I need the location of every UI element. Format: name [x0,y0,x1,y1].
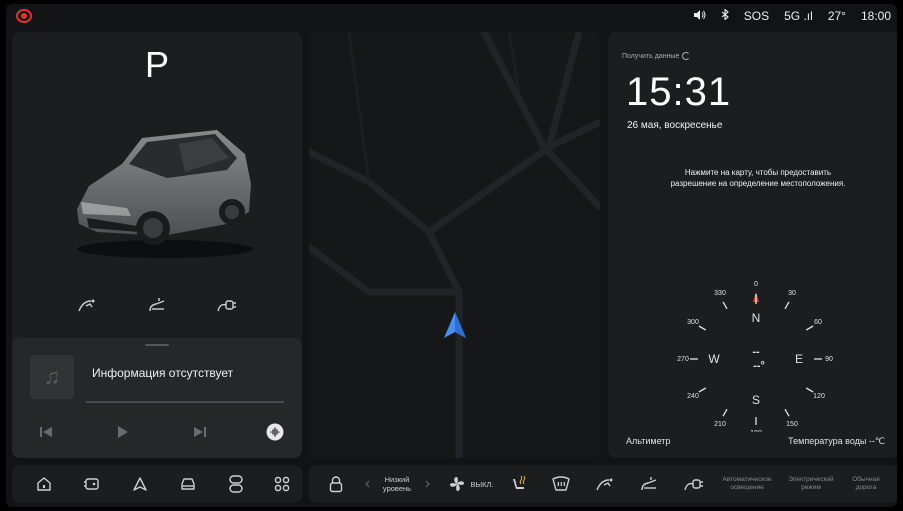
trunk-dock-icon[interactable] [635,465,663,503]
media-handle[interactable] [145,344,169,346]
get-data-button[interactable]: Получить данные [622,52,691,60]
auto-lighting-button[interactable]: Автоматическое освещение [715,465,779,503]
media-player: ♫ Информация отсутствует [12,338,302,458]
road-mode-button[interactable]: Обычная дорога [841,465,891,503]
outside-temperature: 27° [827,9,846,23]
compass-tick-90: 90 [825,356,833,363]
media-icon[interactable] [218,465,254,503]
compass-readout-bottom: --° [753,360,765,372]
trunk-icon[interactable] [142,290,172,320]
map-roads [309,32,600,458]
compass-south: S [752,393,760,407]
apps-icon[interactable] [266,465,298,503]
altimeter-label: Альтиметр [626,436,671,446]
media-progress-bar[interactable] [86,401,284,403]
sos-label[interactable]: SOS [744,9,769,23]
compass-tick-mark [805,387,814,393]
status-time: 18:00 [860,9,891,23]
play-icon[interactable] [111,420,135,444]
status-right-group: SOS 5G .ıl 27° 18:00 [693,8,891,23]
voice-icon[interactable] [263,420,287,444]
fan-level-selector[interactable]: Низкий уровень [373,465,421,503]
status-bar: SOS 5G .ıl 27° 18:00 [6,4,897,28]
charge-port-dock-icon[interactable] [591,465,619,503]
fan-level-line1: Низкий [384,475,410,484]
drive-mode-line1: Электрический [788,476,834,483]
seat-heating-icon[interactable] [505,465,533,503]
previous-icon[interactable] [34,420,58,444]
parking-brake-warning-icon [16,9,32,23]
compass-west: W [708,352,720,366]
app-dock [12,465,302,503]
clock: 15:31 [626,70,732,114]
compass-tick-mark [722,408,728,417]
charge-plug-dock-icon[interactable] [679,465,709,503]
vehicle-image[interactable] [67,124,257,264]
compass-tick-0: 0 [754,281,758,288]
lock-icon[interactable] [321,465,351,503]
volume-icon[interactable] [693,9,706,23]
compass-east: E [795,352,803,366]
get-data-label: Получить данные [622,52,680,60]
compass-tick-mark [784,408,790,417]
compass-tick-mark [722,301,728,310]
compass-tick-60: 60 [814,319,822,326]
chevron-left-icon[interactable] [361,465,373,503]
vehicle-controls [12,290,302,320]
bluetooth-icon[interactable] [721,8,729,23]
media-controls [12,420,302,444]
compass-tick-240: 240 [687,393,699,400]
compass-tick-120: 120 [813,393,825,400]
fan-state-label: ВЫКЛ. [470,479,494,489]
compass-north: N [752,311,761,325]
current-location-icon [444,312,466,338]
location-message-line2: разрешение на определение местоположения… [670,179,846,188]
chevron-right-icon[interactable] [421,465,433,503]
water-temperature-label: Температура воды --℃ [788,436,885,446]
car-app-icon[interactable] [74,465,110,503]
charge-port-icon[interactable] [72,290,102,320]
fan-icon [450,476,465,492]
location-message-line1: Нажмите на карту, чтобы предоставить [684,168,832,177]
compass-readout-top: -- [752,346,760,358]
light-mode-line2: освещение [730,484,764,491]
track-title: Информация отсутствует [92,366,234,380]
compass: 0 30 60 90 120 150 180 210 240 270 300 3… [677,281,833,432]
compass-tick-180: 180 [750,430,762,432]
drive-mode-line2: режим [801,484,821,491]
gear-indicator: P [144,44,169,85]
compass-tick-270: 270 [677,356,689,363]
road-mode-line2: дорога [855,484,877,491]
navigation-icon[interactable] [122,465,158,503]
charge-plug-icon[interactable] [212,290,242,320]
compass-tick-mark [698,325,707,331]
signal-indicator: 5G .ıl [784,9,813,23]
climate-dock: Низкий уровень ВЫКЛ. Автоматическое осве… [309,465,897,503]
screen: SOS 5G .ıl 27° 18:00 P ♫ Информация отсу… [6,4,897,507]
defrost-icon[interactable] [547,465,575,503]
compass-tick-mark [784,301,790,310]
map-view[interactable] [309,32,600,458]
fan-button[interactable]: ВЫКЛ. [441,465,501,503]
light-mode-line1: Автоматическое [722,476,772,483]
road-mode-line1: Обычная [852,476,880,483]
compass-tick-mark [698,387,707,393]
drive-mode-button[interactable]: Электрический режим [781,465,841,503]
fan-level-line2: уровень [382,484,412,493]
compass-tick-30: 30 [788,290,796,297]
home-icon[interactable] [26,465,62,503]
date-label: 26 мая, воскресенье [627,120,723,131]
music-note-icon: ♫ [30,355,74,399]
compass-tick-150: 150 [786,421,798,428]
info-panel: Получить данные 15:31 26 мая, воскресень… [608,32,897,458]
vehicle-panel: P ♫ Информация отсутствует [12,32,302,458]
next-icon[interactable] [188,420,212,444]
location-permission-message[interactable]: Нажмите на карту, чтобы предоставить раз… [638,167,878,189]
compass-tick-mark [805,325,814,331]
refresh-icon [682,52,691,60]
compass-tick-300: 300 [687,319,699,326]
compass-tick-210: 210 [714,421,726,428]
vehicle-icon[interactable] [170,465,206,503]
compass-tick-330: 330 [714,290,726,297]
